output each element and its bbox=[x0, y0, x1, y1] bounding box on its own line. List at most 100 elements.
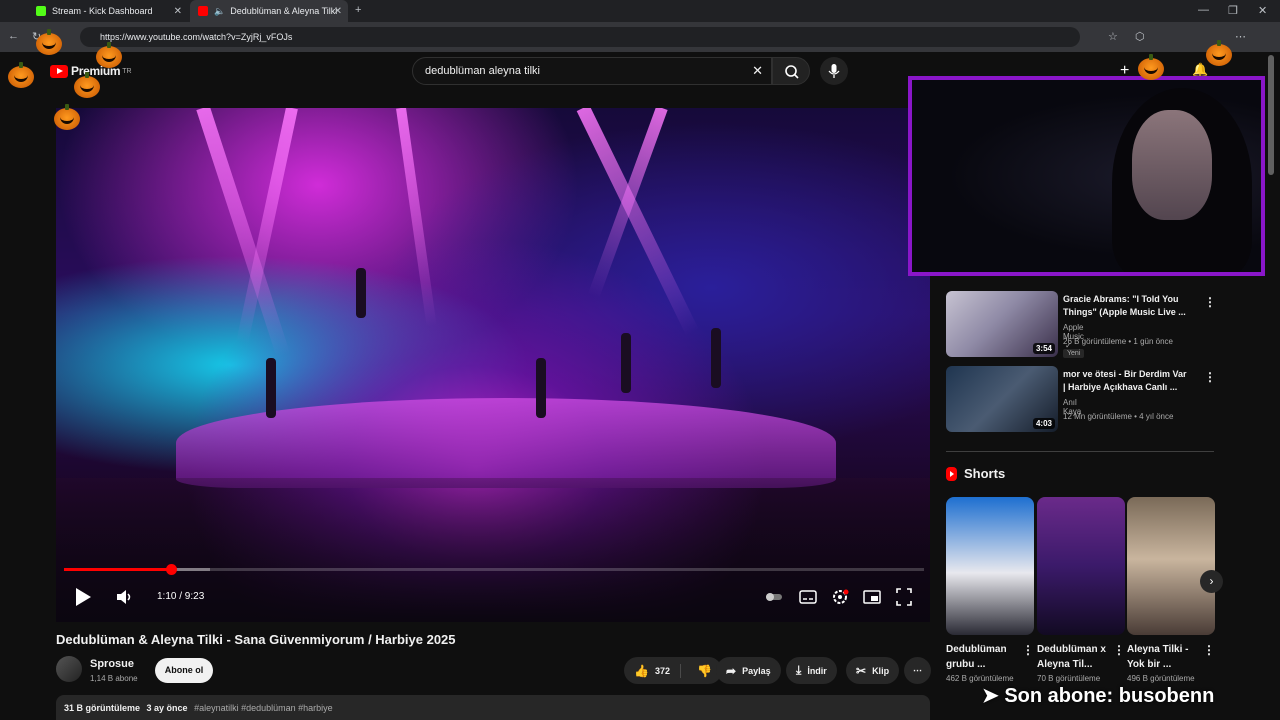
channel-avatar[interactable] bbox=[56, 656, 82, 682]
tab-label: Stream - Kick Dashboard bbox=[52, 6, 153, 16]
recommended-title[interactable]: mor ve ötesi - Bir Derdim Var | Harbiye … bbox=[1063, 368, 1191, 394]
tab-close-icon[interactable]: ✕ bbox=[334, 6, 342, 17]
browser-menu-icon[interactable]: ⋯ bbox=[1235, 30, 1246, 43]
chevron-right-icon: › bbox=[1209, 574, 1214, 588]
tab-kick-dashboard[interactable]: Stream - Kick Dashboard ✕ bbox=[28, 0, 188, 22]
short-item[interactable]: Aleyna Tilki - Yok bir ... 496 B görüntü… bbox=[1127, 497, 1215, 683]
pumpkin-decoration-icon bbox=[74, 72, 100, 98]
pumpkin-decoration-icon bbox=[1138, 54, 1164, 80]
short-item[interactable]: Dedublüman grubu ... 462 B görüntüleme ⋮ bbox=[946, 497, 1034, 683]
search-query: dedublüman aleyna tilki bbox=[425, 65, 540, 77]
section-divider bbox=[946, 451, 1214, 452]
miniplayer-icon[interactable] bbox=[862, 585, 882, 609]
extensions-icon[interactable]: ⬡ bbox=[1135, 30, 1145, 43]
settings-gear-icon[interactable] bbox=[830, 585, 850, 609]
short-thumbnail[interactable] bbox=[946, 497, 1034, 635]
search-input[interactable]: dedublüman aleyna tilki ✕ bbox=[412, 57, 772, 85]
subscriber-count: 1,14 B abone bbox=[90, 674, 138, 683]
stage-light-beam bbox=[396, 108, 437, 327]
performer bbox=[711, 328, 721, 388]
page-scrollbar[interactable] bbox=[1268, 55, 1274, 175]
thumbs-down-icon: 👎 bbox=[696, 663, 712, 678]
scrubber-knob[interactable] bbox=[165, 564, 177, 575]
video-player[interactable] bbox=[56, 108, 930, 622]
browser-tab-bar: Stream - Kick Dashboard ✕ 🔈 Dedublüman &… bbox=[0, 0, 1280, 22]
recommended-meta: 26 B görüntüleme • 1 gün önce bbox=[1063, 337, 1173, 346]
download-button[interactable]: ⤓ İndir bbox=[786, 657, 837, 684]
like-count: 372 bbox=[654, 665, 670, 676]
clear-search-icon[interactable]: ✕ bbox=[752, 58, 763, 84]
like-dislike-group: 👍 372 👎 bbox=[624, 657, 722, 684]
video-menu-icon[interactable]: ⋮ bbox=[1204, 370, 1216, 384]
short-thumbnail[interactable] bbox=[1127, 497, 1215, 635]
short-thumbnail[interactable] bbox=[1037, 497, 1125, 635]
play-icon[interactable] bbox=[72, 585, 94, 609]
voice-search-button[interactable] bbox=[820, 57, 848, 85]
shorts-next-button[interactable]: › bbox=[1200, 570, 1223, 593]
performer bbox=[356, 268, 366, 318]
download-icon: ⤓ bbox=[796, 663, 802, 677]
performer bbox=[266, 358, 276, 418]
video-progress-bar[interactable] bbox=[64, 564, 924, 575]
video-menu-icon[interactable]: ⋮ bbox=[1204, 295, 1216, 309]
fullscreen-icon[interactable] bbox=[894, 585, 914, 609]
recommended-title[interactable]: Gracie Abrams: "I Told You Things" (Appl… bbox=[1063, 293, 1191, 319]
shorts-heading: Shorts bbox=[946, 466, 1005, 481]
streamer-face bbox=[1132, 110, 1212, 220]
download-label: İndir bbox=[807, 665, 827, 676]
pumpkin-decoration-icon bbox=[54, 104, 80, 130]
volume-icon[interactable] bbox=[114, 585, 134, 609]
url-text: https://www.youtube.com/watch?v=ZyjRj_vF… bbox=[100, 32, 293, 42]
tab-youtube-video[interactable]: 🔈 Dedublüman & Aleyna Tilki ✕ bbox=[190, 0, 348, 22]
pumpkin-decoration-icon bbox=[36, 29, 62, 55]
minimize-icon[interactable]: — bbox=[1198, 4, 1209, 16]
microphone-icon bbox=[828, 64, 840, 78]
like-button[interactable]: 👍 372 bbox=[634, 663, 681, 678]
video-thumbnail[interactable]: 4:03 bbox=[946, 366, 1058, 432]
clip-label: Klip bbox=[872, 665, 890, 676]
short-title[interactable]: Dedublüman grubu ... bbox=[946, 642, 1024, 672]
time-display: 1:10 / 9:23 bbox=[157, 591, 205, 602]
url-field[interactable]: https://www.youtube.com/watch?v=ZyjRj_vF… bbox=[80, 27, 1080, 47]
short-menu-icon[interactable]: ⋮ bbox=[1113, 643, 1125, 657]
description-box[interactable]: 31 B görüntüleme 3 ay önce #aleynatilki … bbox=[56, 695, 930, 720]
clip-button[interactable]: ✂ Klip bbox=[846, 657, 900, 684]
channel-name[interactable]: Sprosue bbox=[90, 658, 134, 670]
short-title[interactable]: Dedublüman x Aleyna Til... bbox=[1037, 642, 1115, 672]
scissors-icon: ✂ bbox=[856, 663, 867, 678]
stage-light-beam bbox=[576, 108, 699, 336]
video-thumbnail[interactable]: 3:54 bbox=[946, 291, 1058, 357]
performer bbox=[621, 333, 631, 393]
new-tab-icon[interactable]: + bbox=[355, 4, 361, 16]
short-views: 462 B görüntüleme bbox=[946, 674, 1014, 683]
logo-region: TR bbox=[122, 67, 132, 75]
more-actions-button[interactable]: ⋯ bbox=[904, 657, 931, 684]
maximize-icon[interactable]: ❐ bbox=[1228, 4, 1238, 17]
subscribe-button[interactable]: Abone ol bbox=[155, 658, 213, 683]
window-close-icon[interactable]: ✕ bbox=[1258, 4, 1267, 17]
audio-playing-icon[interactable]: 🔈 bbox=[214, 6, 225, 17]
search-button[interactable] bbox=[772, 57, 810, 85]
recommended-meta: 12 Mn görüntüleme • 4 yıl önce bbox=[1063, 412, 1174, 421]
short-item[interactable]: Dedublüman x Aleyna Til... 70 B görüntül… bbox=[1037, 497, 1125, 683]
share-button[interactable]: ➦ Paylaş bbox=[716, 657, 781, 684]
shorts-heading-text: Shorts bbox=[964, 466, 1006, 481]
tab-label: Dedublüman & Aleyna Tilki bbox=[230, 6, 338, 16]
hashtags[interactable]: #aleynatilki #dedublüman #harbiye bbox=[194, 703, 333, 713]
short-menu-icon[interactable]: ⋮ bbox=[1203, 643, 1215, 657]
pumpkin-decoration-icon bbox=[8, 62, 34, 88]
youtube-logo-icon bbox=[50, 64, 68, 78]
subtitles-icon[interactable] bbox=[798, 585, 818, 609]
short-menu-icon[interactable]: ⋮ bbox=[1022, 643, 1034, 657]
more-horizontal-icon: ⋯ bbox=[913, 665, 922, 675]
short-views: 70 B görüntüleme bbox=[1037, 674, 1101, 683]
webcam-overlay bbox=[908, 76, 1265, 276]
back-icon[interactable]: ← bbox=[8, 30, 19, 42]
tab-close-icon[interactable]: ✕ bbox=[174, 6, 182, 17]
share-arrow-icon: ➦ bbox=[726, 663, 737, 678]
view-count: 31 B görüntüleme bbox=[64, 703, 141, 713]
autoplay-toggle-icon[interactable] bbox=[764, 585, 784, 609]
short-views: 496 B görüntüleme bbox=[1127, 674, 1195, 683]
favorite-star-icon[interactable]: ☆ bbox=[1108, 30, 1118, 43]
short-title[interactable]: Aleyna Tilki - Yok bir ... bbox=[1127, 642, 1205, 672]
